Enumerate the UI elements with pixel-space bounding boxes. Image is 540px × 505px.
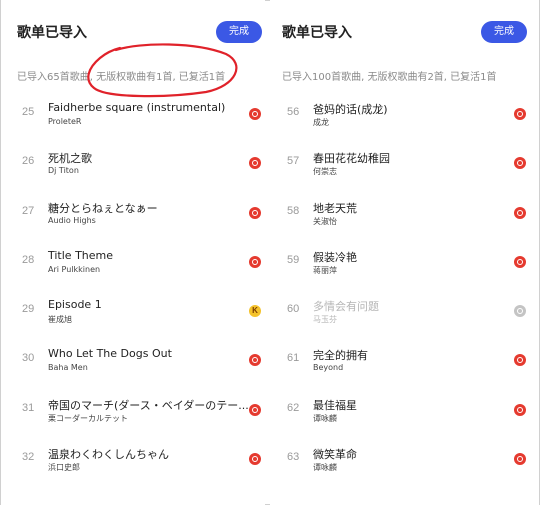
song-index: 28: [22, 253, 35, 266]
song-title: Title Theme: [48, 248, 114, 262]
netease-icon[interactable]: [514, 157, 526, 170]
unavailable-icon[interactable]: [514, 305, 526, 318]
song-index: 27: [22, 204, 35, 217]
song-row[interactable]: 56 爸妈的话(成龙) 成龙: [270, 92, 539, 141]
song-title: 糖分とらねぇとなぁー: [48, 201, 158, 215]
netease-icon[interactable]: [514, 354, 526, 367]
song-artist: ProleteR: [48, 117, 82, 126]
song-artist: 谭咏麟: [313, 463, 337, 473]
song-index: 32: [22, 451, 35, 464]
song-index: 62: [287, 401, 300, 414]
page-title: 歌单已导入: [17, 25, 87, 41]
song-artist: 马玉芬: [313, 315, 337, 325]
song-title: 微笑革命: [313, 448, 357, 462]
song-title: 完全的拥有: [313, 349, 368, 363]
song-artist: 谭咏麟: [313, 413, 337, 423]
song-title: Faidherbe square (instrumental): [48, 101, 226, 114]
netease-icon[interactable]: [249, 403, 261, 416]
song-index: 57: [287, 155, 300, 168]
song-row[interactable]: 26 死机之歌 Dj Titon: [1, 141, 265, 190]
song-artist: 关淑怡: [313, 216, 337, 226]
import-summary: 已导入100首歌曲, 无版权歌曲有2首, 已复活1首: [282, 72, 497, 83]
song-title: 春田花花幼稚园: [313, 152, 390, 166]
song-row[interactable]: 25 Faidherbe square (instrumental) Prolete…: [1, 92, 265, 141]
song-row[interactable]: 30 Who Let The Dogs Out Baha Men: [1, 338, 265, 387]
song-row[interactable]: 27 糖分とらねぇとなぁー Audio Highs: [1, 191, 265, 240]
netease-icon[interactable]: [514, 206, 526, 219]
netease-icon[interactable]: [514, 108, 526, 120]
netease-icon[interactable]: [514, 403, 526, 416]
song-artist: 崔成旭: [48, 315, 72, 325]
netease-icon[interactable]: [249, 206, 261, 219]
song-row[interactable]: 31 帝国のマーチ(ダース・ベイダーのテー... 栗コーダーカルテット: [1, 388, 265, 437]
playlist-import-panel-left: 歌单已导入 完成 已导入65首歌曲, 无版权歌曲有1首, 已复活1首 25 Fai…: [1, 0, 265, 505]
song-title: 多情会有问题: [313, 300, 379, 314]
song-row[interactable]: 28 Title Theme Ari Pulkkinen: [1, 240, 265, 289]
netease-icon[interactable]: [249, 157, 261, 170]
done-button[interactable]: 完成: [481, 21, 527, 43]
song-artist: 栗コーダーカルテット: [48, 413, 128, 423]
song-index: 60: [287, 303, 300, 316]
song-title: 帝国のマーチ(ダース・ベイダーのテー...: [48, 398, 249, 412]
song-row[interactable]: 63 微笑革命 谭咏麟: [270, 437, 539, 486]
song-index: 25: [22, 106, 35, 118]
song-index: 63: [287, 451, 300, 464]
song-row[interactable]: 60 多情会有问题 马玉芬: [270, 289, 539, 338]
song-artist: 浜口史郎: [48, 463, 80, 473]
song-title: 温泉わくわくしんちゃん: [48, 448, 169, 462]
song-title: Episode 1: [48, 298, 102, 312]
song-title: 死机之歌: [48, 152, 92, 166]
song-index: 61: [287, 352, 300, 365]
done-button[interactable]: 完成: [216, 21, 262, 43]
song-artist: Audio Highs: [48, 215, 96, 225]
kuwo-icon[interactable]: [249, 305, 261, 318]
song-artist: 何崇志: [313, 167, 337, 177]
song-artist: 成龙: [313, 118, 329, 127]
song-title: 最佳福星: [313, 398, 357, 412]
import-summary: 已导入65首歌曲, 无版权歌曲有1首, 已复活1首: [17, 72, 226, 83]
netease-icon[interactable]: [249, 354, 261, 367]
song-index: 59: [287, 253, 300, 266]
song-row[interactable]: 62 最佳福星 谭咏麟: [270, 388, 539, 437]
song-row[interactable]: 59 假装冷艳 蒋丽萍: [270, 240, 539, 289]
song-index: 29: [22, 303, 35, 316]
netease-icon[interactable]: [514, 453, 526, 466]
netease-icon[interactable]: [249, 108, 261, 120]
song-artist: Baha Men: [48, 363, 88, 373]
song-row[interactable]: 61 完全的拥有 Beyond: [270, 338, 539, 387]
song-artist: Beyond: [313, 363, 344, 373]
song-row[interactable]: 29 Episode 1 崔成旭: [1, 289, 265, 338]
song-index: 30: [22, 352, 35, 365]
netease-icon[interactable]: [249, 255, 261, 268]
song-title: 爸妈的话(成龙): [313, 103, 388, 116]
playlist-import-panel-right: 歌单已导入 完成 已导入100首歌曲, 无版权歌曲有2首, 已复活1首 56 爸妈…: [270, 0, 539, 505]
page-title: 歌单已导入: [282, 25, 352, 41]
song-list: 25 Faidherbe square (instrumental) Prolete…: [1, 92, 265, 486]
song-artist: 蒋丽萍: [313, 265, 337, 275]
song-artist: Dj Titon: [48, 166, 79, 176]
song-row[interactable]: 57 春田花花幼稚园 何崇志: [270, 141, 539, 190]
song-title: 假装冷艳: [313, 250, 357, 264]
song-index: 31: [22, 401, 35, 414]
song-index: 56: [287, 106, 300, 118]
song-row[interactable]: 58 地老天荒 关淑怡: [270, 191, 539, 240]
song-title: Who Let The Dogs Out: [48, 347, 172, 361]
netease-icon[interactable]: [514, 255, 526, 268]
song-index: 58: [287, 204, 300, 217]
song-title: 地老天荒: [313, 201, 357, 215]
song-index: 26: [22, 155, 35, 168]
song-artist: Ari Pulkkinen: [48, 264, 101, 274]
song-list: 56 爸妈的话(成龙) 成龙 57 春田花花幼稚园 何崇志 58 地老天荒 关淑怡 59 假装冷艳蒋…: [270, 92, 539, 486]
song-row[interactable]: 32 温泉わくわくしんちゃん 浜口史郎: [1, 437, 265, 486]
netease-icon[interactable]: [249, 453, 261, 466]
